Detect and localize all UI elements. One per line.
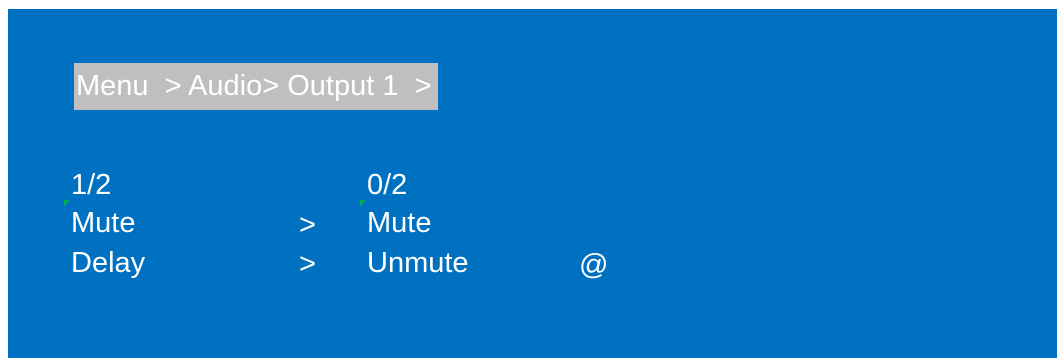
submenu-arrow-icon: >	[299, 248, 316, 280]
option-mute[interactable]: Mute	[367, 205, 431, 241]
option-unmute[interactable]: Unmute	[367, 245, 469, 281]
cursor-marker-icon	[64, 200, 70, 206]
selected-indicator-icon: @	[579, 249, 609, 281]
menu-item-delay[interactable]: Delay	[71, 245, 145, 281]
right-page-indicator: 0/2	[367, 169, 408, 201]
breadcrumb: Menu > Audio> Output 1 >	[74, 63, 438, 110]
submenu-arrow-icon: >	[299, 209, 316, 241]
menu-screen: Menu > Audio> Output 1 > 1/2 Mute > Dela…	[8, 9, 1057, 358]
left-page-indicator: 1/2	[71, 169, 112, 201]
menu-item-mute[interactable]: Mute	[71, 205, 135, 241]
cursor-marker-icon	[360, 200, 366, 206]
